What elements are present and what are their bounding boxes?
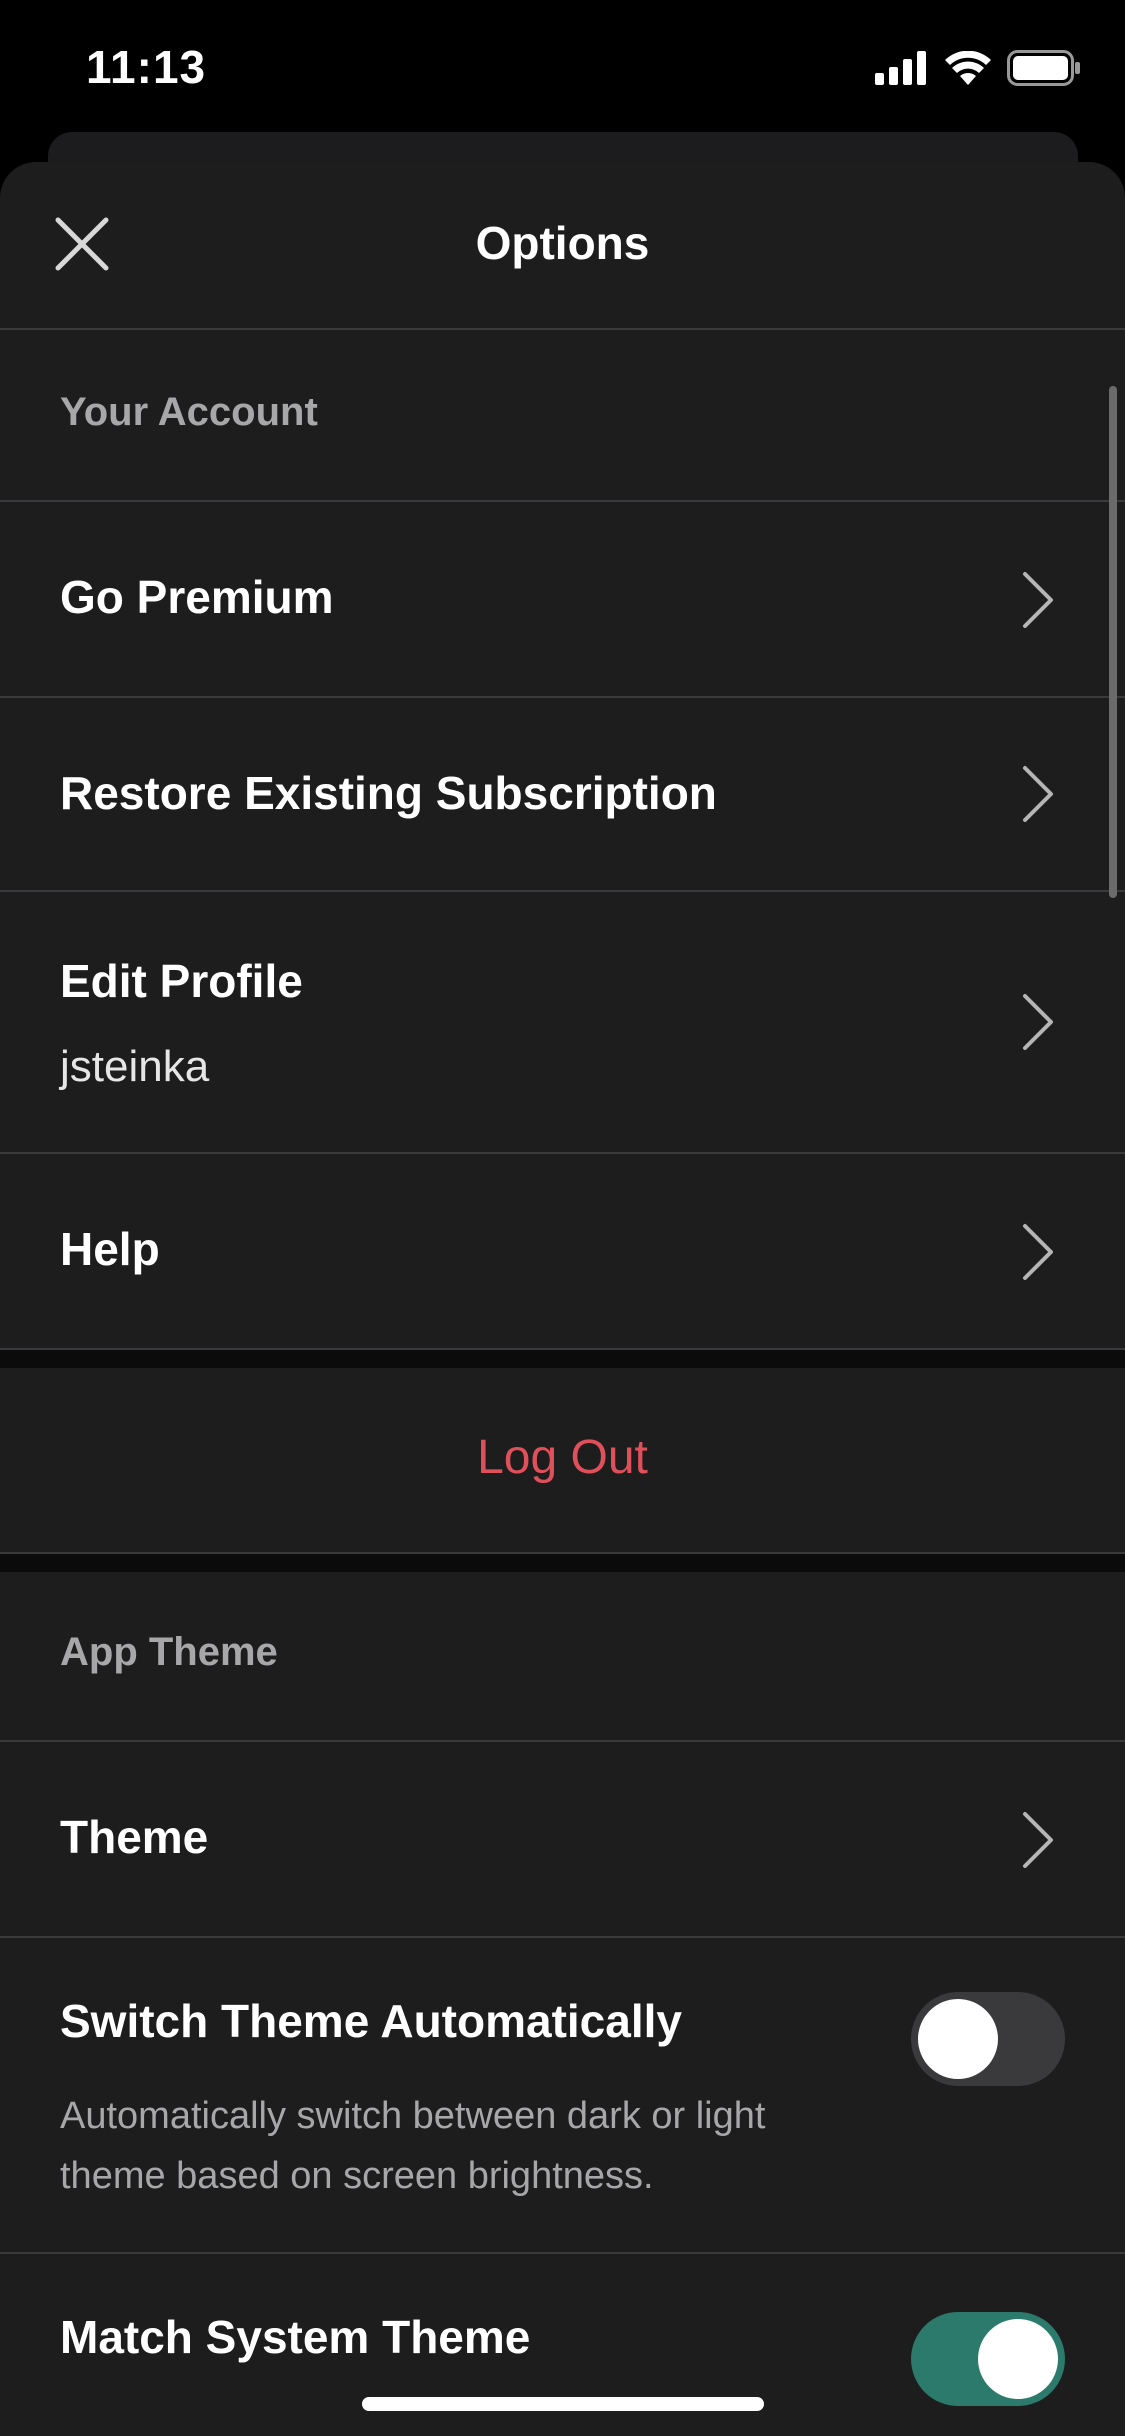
help-row[interactable]: Help — [0, 1154, 1125, 1350]
battery-icon — [1007, 50, 1080, 86]
chevron-right-icon — [1023, 1812, 1053, 1868]
toggle-knob — [978, 2319, 1058, 2399]
section-label-account: Your Account — [60, 390, 318, 434]
chevron-right-icon — [1023, 572, 1053, 628]
chevron-right-icon — [1023, 994, 1053, 1050]
options-sheet: Options Your Account Go Premium Restore … — [0, 162, 1125, 2436]
logout-button[interactable]: Log Out — [0, 1430, 1125, 1485]
toggle-knob — [918, 1999, 998, 2079]
logout-row[interactable]: Log Out — [0, 1368, 1125, 1554]
section-divider — [0, 1350, 1125, 1368]
go-premium-label: Go Premium — [60, 571, 334, 623]
status-time: 11:13 — [86, 41, 207, 93]
status-icons — [875, 50, 1081, 86]
scrollbar[interactable] — [1109, 386, 1117, 898]
go-premium-row[interactable]: Go Premium — [0, 502, 1125, 698]
username-text: jsteinka — [60, 1042, 210, 1091]
switch-theme-auto-label: Switch Theme Automatically — [60, 1995, 682, 2047]
match-system-theme-label: Match System Theme — [60, 2311, 531, 2363]
edit-profile-label: Edit Profile — [60, 955, 303, 1007]
home-indicator[interactable] — [362, 2397, 764, 2411]
restore-subscription-row[interactable]: Restore Existing Subscription — [0, 698, 1125, 892]
status-bar: 11:13 — [0, 0, 1125, 140]
page-title: Options — [475, 217, 650, 269]
chevron-right-icon — [1023, 766, 1053, 822]
match-system-theme-toggle[interactable] — [911, 2312, 1065, 2406]
section-label-theme: App Theme — [60, 1630, 278, 1674]
help-label: Help — [60, 1223, 160, 1275]
signal-icon — [875, 51, 926, 85]
restore-subscription-label: Restore Existing Subscription — [60, 767, 717, 819]
section-header-account: Your Account — [0, 330, 1125, 502]
sheet-header: Options — [0, 162, 1125, 330]
chevron-right-icon — [1023, 1224, 1053, 1280]
wifi-icon — [945, 51, 991, 85]
edit-profile-row[interactable]: Edit Profile jsteinka — [0, 892, 1125, 1154]
theme-row[interactable]: Theme — [0, 1742, 1125, 1938]
theme-label: Theme — [60, 1811, 209, 1863]
switch-theme-auto-description: Automatically switch between dark or lig… — [60, 2095, 766, 2197]
switch-theme-auto-row: Switch Theme Automatically Automatically… — [0, 1938, 1125, 2254]
switch-theme-auto-toggle[interactable] — [911, 1992, 1065, 2086]
section-divider — [0, 1554, 1125, 1572]
section-header-theme: App Theme — [0, 1572, 1125, 1742]
